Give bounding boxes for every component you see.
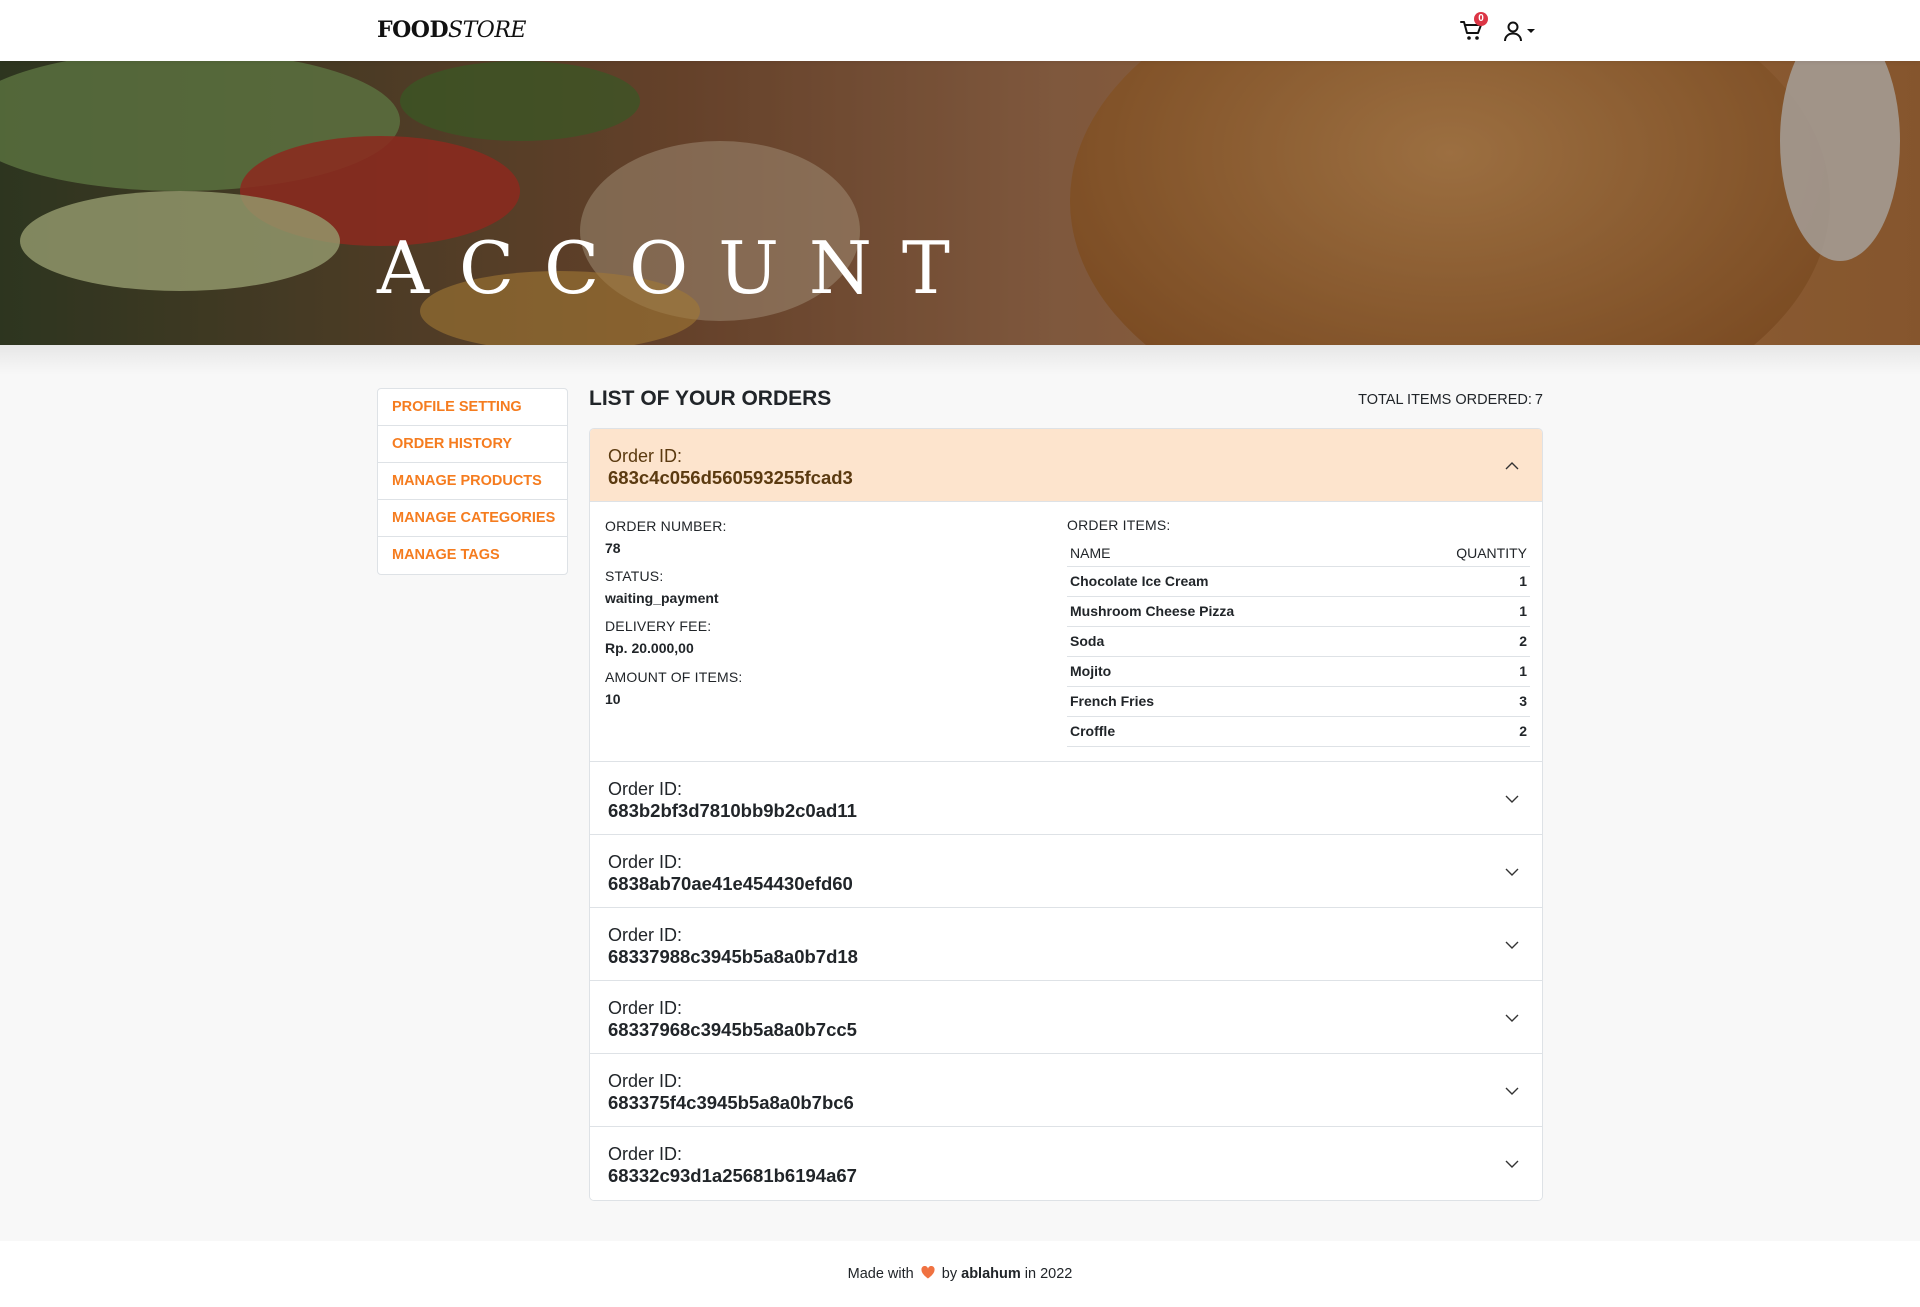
order-accordion-header[interactable]: Order ID: 683375f4c3945b5a8a0b7bc6 [590,1054,1542,1127]
order-accordion-header[interactable]: Order ID: 683c4c056d560593255fcad3 [590,429,1542,502]
chevron-down-icon[interactable] [1504,1010,1520,1026]
order-id: 683375f4c3945b5a8a0b7bc6 [608,1092,854,1113]
item-name: Mushroom Cheese Pizza [1067,596,1387,627]
chevron-down-icon[interactable] [1504,864,1520,880]
total-items-ordered: TOTAL ITEMS ORDERED: 7 [1300,392,1543,408]
table-row: Croffle 2 [1067,716,1530,747]
table-row: Soda 2 [1067,626,1530,657]
col-name-header: NAME [1067,540,1387,567]
order-details-panel: ORDER NUMBER: 78 STATUS: waiting_payment… [590,502,1542,762]
order-id: 68332c93d1a25681b6194a67 [608,1165,857,1186]
amount-of-items-field: AMOUNT OF ITEMS: 10 [605,668,743,708]
status-label: STATUS: [605,568,664,584]
footer: Made with by ablahum in 2022 [0,1241,1920,1307]
sidebar-item-profile-setting[interactable]: PROFILE SETTING [378,389,567,426]
sidebar-item-manage-categories[interactable]: MANAGE CATEGORIES [378,500,567,537]
delivery-fee-field: DELIVERY FEE: Rp. 20.000,00 [605,617,711,657]
item-name: Mojito [1067,656,1387,687]
sidebar-item-manage-tags[interactable]: MANAGE TAGS [378,537,567,574]
sidebar-item-manage-products[interactable]: MANAGE PRODUCTS [378,463,567,500]
chevron-down-icon[interactable] [1504,1156,1520,1172]
order-accordion-header[interactable]: Order ID: 68332c93d1a25681b6194a67 [590,1127,1542,1200]
chevron-down-icon[interactable] [1504,1083,1520,1099]
item-name: French Fries [1067,686,1387,717]
order-number-value: 78 [605,540,621,556]
table-header-row: NAME QUANTITY [1067,540,1530,567]
delivery-fee-label: DELIVERY FEE: [605,618,712,634]
status-field: STATUS: waiting_payment [605,567,719,607]
brand-italic: STORE [448,18,526,43]
table-row: Chocolate Ice Cream 1 [1067,566,1530,597]
order-number-label: ORDER NUMBER: [605,518,727,534]
item-name: Croffle [1067,716,1387,747]
order-id-label: Order ID: [608,852,683,872]
table-row: Mojito 1 [1067,656,1530,687]
order-id-label: Order ID: [608,925,683,945]
amount-of-items-value: 10 [605,691,621,707]
item-name: Soda [1067,626,1387,657]
cart-count-badge: 0 [1474,12,1488,26]
orders-accordion: Order ID: 683c4c056d560593255fcad3 ORDER… [589,428,1543,1201]
order-number-field: ORDER NUMBER: 78 [605,517,727,557]
order-id: 683b2bf3d7810bb9b2c0ad11 [608,800,857,821]
footer-year: in 2022 [1024,1266,1073,1282]
item-qty: 1 [1386,566,1530,597]
order-accordion-header[interactable]: Order ID: 68337988c3945b5a8a0b7d18 [590,908,1542,981]
hero-banner: ACCOUNT [0,61,1920,345]
order-id-label: Order ID: [608,1071,683,1091]
account-sidebar: PROFILE SETTING ORDER HISTORY MANAGE PRO… [377,388,568,575]
item-name: Chocolate Ice Cream [1067,566,1387,597]
chevron-down-icon[interactable] [1504,937,1520,953]
user-menu-icon[interactable] [1503,20,1539,42]
item-qty: 1 [1386,656,1530,687]
orders-heading: LIST OF YOUR ORDERS [589,387,832,410]
order-id-label: Order ID: [608,446,683,466]
brand-logo[interactable]: FOODSTORE [377,17,526,43]
sidebar-item-order-history[interactable]: ORDER HISTORY [378,426,567,463]
order-id: 68337988c3945b5a8a0b7d18 [608,946,858,967]
col-quantity-header: QUANTITY [1386,540,1530,567]
order-items-label: ORDER ITEMS: [1067,517,1171,533]
order-accordion-header[interactable]: Order ID: 68337968c3945b5a8a0b7cc5 [590,981,1542,1054]
page-hero-title: ACCOUNT [377,226,980,310]
chevron-down-icon[interactable] [1504,791,1520,807]
order-id-label: Order ID: [608,779,683,799]
footer-author[interactable]: ablahum [961,1266,1021,1282]
heart-icon [921,1266,935,1279]
footer-made-with: Made with [847,1266,914,1282]
item-qty: 2 [1386,716,1530,747]
total-value: 7 [1534,392,1543,408]
order-accordion-header[interactable]: Order ID: 6838ab70ae41e454430efd60 [590,835,1542,908]
delivery-fee-value: Rp. 20.000,00 [605,640,694,656]
order-id: 683c4c056d560593255fcad3 [608,467,853,488]
order-id-label: Order ID: [608,1144,683,1164]
item-qty: 2 [1386,626,1530,657]
navbar: FOODSTORE 0 [0,0,1920,61]
order-id-label: Order ID: [608,998,683,1018]
order-accordion-header[interactable]: Order ID: 683b2bf3d7810bb9b2c0ad11 [590,762,1542,835]
order-items-table: NAME QUANTITY Chocolate Ice Cream 1 Mushr… [1067,540,1530,747]
status-value: waiting_payment [605,590,719,606]
hero-shadow [0,345,1920,375]
chevron-up-icon[interactable] [1504,458,1520,474]
item-qty: 1 [1386,596,1530,627]
table-row: Mushroom Cheese Pizza 1 [1067,596,1530,627]
table-row: French Fries 3 [1067,686,1530,717]
total-label: TOTAL ITEMS ORDERED: [1358,392,1532,408]
footer-by: by [941,1266,958,1282]
amount-of-items-label: AMOUNT OF ITEMS: [605,669,743,685]
item-qty: 3 [1386,686,1530,717]
order-id: 68337968c3945b5a8a0b7cc5 [608,1019,857,1040]
order-id: 6838ab70ae41e454430efd60 [608,873,853,894]
brand-bold: FOOD [377,17,449,43]
